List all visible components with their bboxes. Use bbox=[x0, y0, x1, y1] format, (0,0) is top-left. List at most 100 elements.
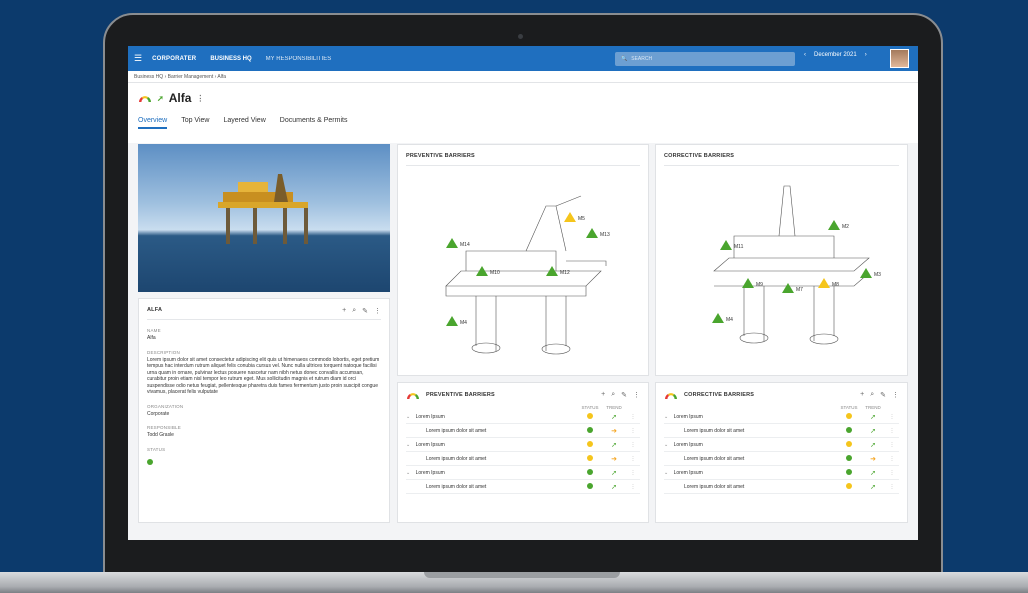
more-icon[interactable]: ⋮ bbox=[885, 470, 899, 476]
search-input[interactable]: 🔍 SEARCH bbox=[615, 52, 795, 66]
row-label: Lorem Ipsum bbox=[673, 469, 703, 476]
chevron-down-icon[interactable]: ⌄ bbox=[664, 442, 670, 448]
row-label: Lorem ipsum dolor sit amet bbox=[684, 483, 745, 490]
trend-flat-icon: ➜ bbox=[611, 455, 617, 463]
marker-m9[interactable]: M9 bbox=[756, 282, 763, 288]
table-row[interactable]: ⌄ Lorem Ipsum ➚ ⋮ bbox=[406, 466, 640, 480]
marker-m7[interactable]: M7 bbox=[796, 287, 803, 293]
chevron-down-icon[interactable]: ⌄ bbox=[406, 442, 412, 448]
nav-my-responsibilities[interactable]: MY RESPONSIBILITIES bbox=[266, 56, 332, 62]
col-trend: TREND bbox=[865, 405, 881, 410]
tab-top-view[interactable]: Top View bbox=[181, 117, 209, 129]
marker-m5[interactable]: M5 bbox=[578, 216, 585, 222]
chevron-down-icon[interactable]: ⌄ bbox=[664, 470, 670, 476]
more-icon[interactable]: ⋮ bbox=[626, 442, 640, 448]
table-row[interactable]: Lorem ipsum dolor sit amet ➚ ⋮ bbox=[664, 480, 899, 494]
edit-icon[interactable]: ✎ bbox=[621, 391, 627, 399]
table-row[interactable]: ⌄ Lorem Ipsum ➚ ⋮ bbox=[406, 410, 640, 424]
status-dot bbox=[587, 482, 593, 489]
chevron-down-icon[interactable]: ⌄ bbox=[664, 414, 670, 420]
chevron-down-icon[interactable]: ⌄ bbox=[406, 414, 412, 420]
marker-m10[interactable]: M10 bbox=[490, 270, 500, 276]
table-row[interactable]: ⌄ Lorem Ipsum ➚ ⋮ bbox=[406, 438, 640, 452]
organization-label: ORGANIZATION bbox=[147, 403, 184, 409]
more-icon[interactable]: ⋮ bbox=[626, 456, 640, 462]
avatar[interactable] bbox=[890, 49, 909, 68]
row-label: Lorem Ipsum bbox=[415, 441, 445, 448]
add-icon[interactable]: + bbox=[860, 391, 864, 399]
description-value: Lorem ipsum dolor sit amet consectetur a… bbox=[147, 356, 380, 396]
marker-m4[interactable]: M4 bbox=[460, 320, 467, 326]
marker-m2[interactable]: M2 bbox=[842, 224, 849, 230]
table-row[interactable]: ⌄ Lorem Ipsum ➚ ⋮ bbox=[664, 438, 899, 452]
more-icon[interactable]: ⋮ bbox=[885, 456, 899, 462]
preventive-table-card: PREVENTIVE BARRIERS + ⌕ ✎ ⋮ STATUS TREND ⌄ L… bbox=[397, 382, 649, 523]
marker-m11[interactable]: M11 bbox=[734, 244, 744, 250]
more-icon[interactable]: ⋮ bbox=[374, 307, 381, 315]
edit-icon[interactable]: ✎ bbox=[362, 307, 368, 315]
more-icon[interactable]: ⋮ bbox=[892, 391, 899, 399]
row-label: Lorem ipsum dolor sit amet bbox=[426, 427, 487, 434]
preventive-table-title: PREVENTIVE BARRIERS bbox=[426, 392, 495, 398]
table-row[interactable]: Lorem ipsum dolor sit amet ➜ ⋮ bbox=[664, 452, 899, 466]
table-row[interactable]: Lorem ipsum dolor sit amet ➜ ⋮ bbox=[406, 424, 640, 438]
corrective-platform-drawing: M2 M11 M9 M7 M8 M3 M4 bbox=[712, 185, 881, 345]
marker-m8[interactable]: M8 bbox=[832, 282, 839, 288]
more-icon[interactable]: ⋮ bbox=[885, 442, 899, 448]
top-navbar: ☰ CORPORATER BUSINESS HQ MY RESPONSIBILI… bbox=[128, 46, 918, 71]
table-row[interactable]: ⌄ Lorem Ipsum ➚ ⋮ bbox=[664, 466, 899, 480]
table-row[interactable]: Lorem ipsum dolor sit amet ➜ ⋮ bbox=[406, 452, 640, 466]
marker-m13[interactable]: M13 bbox=[600, 232, 610, 238]
add-icon[interactable]: + bbox=[342, 307, 346, 315]
corrective-diagram-card: CORRECTIVE BARRIERS M2 M11 M9 M7 M8 M3 M… bbox=[655, 144, 908, 376]
marker-m3[interactable]: M3 bbox=[874, 272, 881, 278]
row-label: Lorem Ipsum bbox=[415, 413, 445, 420]
more-icon[interactable]: ⋮ bbox=[626, 414, 640, 420]
description-label: DESCRIPTION bbox=[147, 349, 180, 355]
status-dot bbox=[846, 412, 852, 419]
more-icon[interactable]: ⋮ bbox=[633, 391, 640, 399]
status-dot bbox=[846, 482, 852, 489]
more-icon[interactable]: ⋮ bbox=[626, 484, 640, 490]
more-icon[interactable]: ⋮ bbox=[885, 428, 899, 434]
edit-icon[interactable]: ✎ bbox=[880, 391, 886, 399]
preventive-diagram-card: PREVENTIVE BARRIERS M14 M5 M13 M10 M12 M… bbox=[397, 144, 649, 376]
prev-period-icon[interactable]: ‹ bbox=[804, 52, 806, 58]
more-icon[interactable]: ⋮ bbox=[626, 470, 640, 476]
more-icon[interactable]: ⋮ bbox=[626, 428, 640, 434]
table-row[interactable]: Lorem ipsum dolor sit amet ➚ ⋮ bbox=[664, 424, 899, 438]
row-label: Lorem ipsum dolor sit amet bbox=[426, 483, 487, 490]
col-trend: TREND bbox=[606, 405, 622, 410]
webcam bbox=[518, 34, 523, 39]
preventive-table: ⌄ Lorem Ipsum ➚ ⋮ Lorem ipsum dolor sit ame… bbox=[406, 410, 640, 494]
search-icon[interactable]: ⌕ bbox=[352, 307, 356, 315]
table-row[interactable]: ⌄ Lorem Ipsum ➚ ⋮ bbox=[664, 410, 899, 424]
search-icon[interactable]: ⌕ bbox=[870, 391, 874, 399]
row-label: Lorem ipsum dolor sit amet bbox=[684, 427, 745, 434]
chevron-down-icon[interactable]: ⌄ bbox=[406, 470, 412, 476]
more-icon[interactable]: ⋮ bbox=[885, 414, 899, 420]
status-dot bbox=[846, 440, 852, 447]
table-row[interactable]: Lorem ipsum dolor sit amet ➚ ⋮ bbox=[406, 480, 640, 494]
gauge-icon bbox=[665, 393, 677, 399]
marker-m12[interactable]: M12 bbox=[560, 270, 570, 276]
status-dot bbox=[846, 454, 852, 461]
search-icon[interactable]: ⌕ bbox=[611, 391, 615, 399]
marker-m14[interactable]: M14 bbox=[460, 242, 470, 248]
marker-m4[interactable]: M4 bbox=[726, 317, 733, 323]
next-period-icon[interactable]: › bbox=[865, 52, 867, 58]
tab-documents[interactable]: Documents & Permits bbox=[280, 117, 348, 129]
status-dot bbox=[846, 426, 852, 433]
nav-business-hq[interactable]: BUSINESS HQ bbox=[210, 56, 251, 62]
more-icon[interactable]: ⋮ bbox=[196, 94, 204, 103]
tab-layered-view[interactable]: Layered View bbox=[223, 117, 265, 129]
tab-overview[interactable]: Overview bbox=[138, 117, 168, 129]
trend-flat-icon: ➜ bbox=[611, 427, 617, 435]
corrective-table-title: CORRECTIVE BARRIERS bbox=[684, 392, 755, 398]
menu-icon[interactable]: ☰ bbox=[134, 53, 142, 64]
details-card: ALFA + ⌕ ✎ ⋮ NAME Alfa DESCRIPTION Lorem ip… bbox=[138, 298, 390, 523]
corrective-table: ⌄ Lorem Ipsum ➚ ⋮ Lorem ipsum dolor sit ame… bbox=[664, 410, 899, 494]
row-label: Lorem Ipsum bbox=[673, 441, 703, 448]
more-icon[interactable]: ⋮ bbox=[885, 484, 899, 490]
add-icon[interactable]: + bbox=[601, 391, 605, 399]
